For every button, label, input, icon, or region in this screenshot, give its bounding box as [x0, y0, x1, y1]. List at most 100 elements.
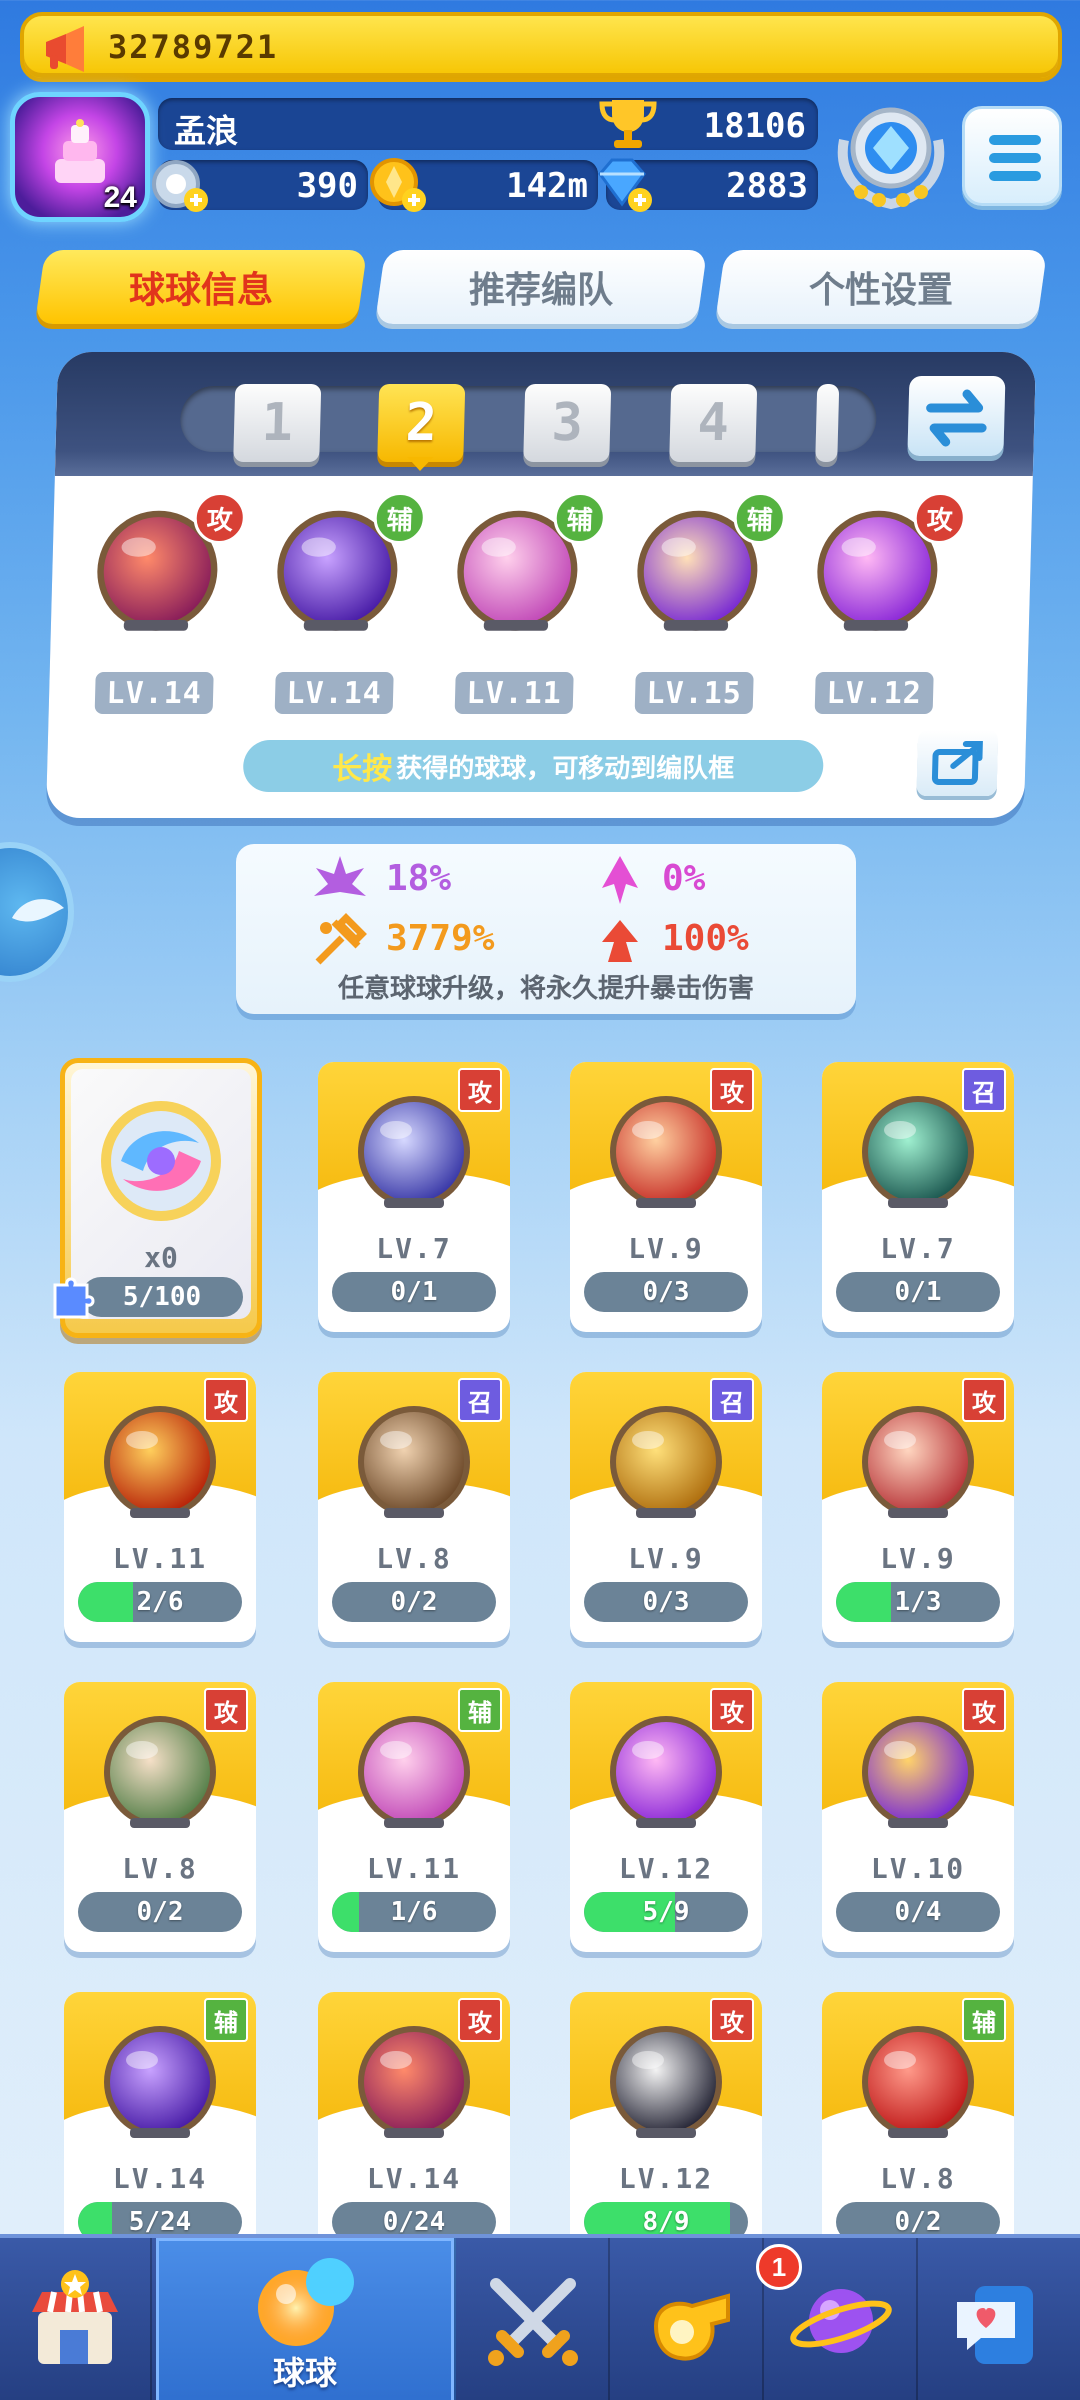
ball-card[interactable]: 攻 LV.7 0/1: [318, 1062, 510, 1332]
chat-icon: [957, 2286, 1033, 2364]
menu-button[interactable]: [962, 106, 1062, 206]
tab-recommended-team[interactable]: 推荐编队: [374, 250, 708, 324]
crit-rate-icon: [314, 856, 366, 896]
bottom-nav: 球球: [0, 2234, 1080, 2400]
team-ball-level: LV.14: [94, 672, 214, 714]
ball-card[interactable]: 攻 LV.9 1/3: [822, 1372, 1014, 1642]
card-level: LV.12: [618, 1852, 714, 1885]
team-ball-4[interactable]: 辅: [620, 492, 787, 650]
diamond-icon[interactable]: [592, 152, 656, 216]
tab-ball-info[interactable]: 球球信息: [34, 250, 368, 324]
team-ball-1[interactable]: 攻: [80, 492, 247, 650]
card-level: LV.8: [376, 1542, 452, 1575]
ball-card[interactable]: 攻 LV.14 0/24: [318, 1992, 510, 2262]
team-ball-level: LV.12: [814, 672, 934, 714]
rainbow-ball-icon: [101, 1101, 221, 1221]
team-ball-role-badge: 攻: [913, 492, 967, 544]
ball-card[interactable]: 攻 LV.9 0/3: [570, 1062, 762, 1332]
card-level: LV.10: [870, 1852, 966, 1885]
ball-card[interactable]: 召 LV.8 0/2: [318, 1372, 510, 1642]
share-button[interactable]: [916, 730, 999, 796]
card-progress-text: 0/1: [390, 1277, 438, 1307]
card-progress-bar: 0/1: [332, 1272, 496, 1312]
card-level: LV.9: [880, 1542, 956, 1575]
bonus-icon: [602, 856, 638, 904]
share-icon: [931, 741, 983, 785]
card-progress-text: 0/3: [642, 1277, 690, 1307]
card-level: LV.9: [628, 1232, 704, 1265]
team-ball-5[interactable]: 攻: [800, 492, 967, 650]
ball-card[interactable]: 攻 LV.12 5/9: [570, 1682, 762, 1952]
ball-card[interactable]: 攻 LV.8 0/2: [64, 1682, 256, 1952]
card-progress-bar: 0/3: [584, 1272, 748, 1312]
coin-icon[interactable]: [366, 152, 430, 216]
team-slot-more[interactable]: [815, 384, 840, 462]
trophy-icon: [599, 100, 657, 148]
special-card-progress: 5/100: [81, 1277, 243, 1317]
ball-card[interactable]: 辅 LV.14 5/24: [64, 1992, 256, 2262]
team-ball-2[interactable]: 辅: [260, 492, 427, 650]
player-name-bar: 孟浪 18106: [158, 98, 818, 150]
card-level: LV.12: [618, 2162, 714, 2195]
card-role-badge: 攻: [204, 1688, 248, 1732]
card-progress-bar: 1/3: [836, 1582, 1000, 1622]
nav-whistle[interactable]: [612, 2238, 764, 2400]
battle-swords-icon: [488, 2278, 578, 2366]
team-ball-3[interactable]: 辅: [440, 492, 607, 650]
nav-balls-label: 球球: [272, 2355, 337, 2391]
nav-balls[interactable]: 球球: [156, 2238, 456, 2400]
card-role-badge: 攻: [962, 1378, 1006, 1422]
swap-team-button[interactable]: [907, 376, 1006, 456]
tab-personal-settings-label: 个性设置: [808, 269, 953, 310]
energy-icon[interactable]: [148, 152, 212, 216]
player-avatar[interactable]: 24: [10, 92, 150, 222]
nav-shop[interactable]: [0, 2238, 152, 2400]
tab-personal-settings[interactable]: 个性设置: [714, 250, 1048, 324]
planet-icon: [790, 2289, 892, 2353]
rank-badge-icon[interactable]: [834, 100, 948, 212]
damage-value: 100%: [662, 918, 749, 959]
team-ball-role-badge: 攻: [193, 492, 247, 544]
team-slot-3[interactable]: 3: [523, 384, 612, 462]
nav-chat[interactable]: [920, 2238, 1080, 2400]
broadcast-bar[interactable]: 32789721: [20, 12, 1062, 82]
card-progress-bar: 0/3: [584, 1582, 748, 1622]
card-level: LV.11: [112, 1542, 208, 1575]
player-level: 24: [103, 181, 137, 214]
ball-card[interactable]: 攻 LV.10 0/4: [822, 1682, 1014, 1952]
ball-card[interactable]: 辅 LV.8 0/2: [822, 1992, 1014, 2262]
card-progress-bar: 0/2: [332, 1582, 496, 1622]
balls-icon: [258, 2258, 354, 2346]
team-ball-role-badge: 辅: [733, 492, 787, 544]
shark-icon: [12, 899, 64, 922]
ball-card[interactable]: 攻 LV.11 2/6: [64, 1372, 256, 1642]
card-role-badge: 攻: [962, 1688, 1006, 1732]
ball-card[interactable]: 召 LV.7 0/1: [822, 1062, 1014, 1332]
team-slot-4[interactable]: 4: [669, 384, 758, 462]
team-slot-1[interactable]: 1: [233, 384, 322, 462]
card-role-badge: 攻: [458, 1998, 502, 2042]
card-role-badge: 攻: [710, 1688, 754, 1732]
team-ball-level: LV.14: [274, 672, 394, 714]
special-card-progress-text: 5/100: [122, 1282, 202, 1312]
ball-card[interactable]: 召 LV.9 0/3: [570, 1372, 762, 1642]
ball-card[interactable]: 辅 LV.11 1/6: [318, 1682, 510, 1952]
megaphone-icon: [46, 26, 84, 72]
card-role-badge: 攻: [204, 1378, 248, 1422]
card-role-badge: 召: [458, 1378, 502, 1422]
diamond-value: 2883: [726, 166, 808, 206]
ball-card[interactable]: 攻 LV.12 8/9: [570, 1992, 762, 2262]
card-level: LV.8: [880, 2162, 956, 2195]
hint-text: 获得的球球，可移动到编队框: [395, 752, 735, 783]
special-card[interactable]: x0 5/100: [53, 1058, 262, 1338]
crit-upgrade-note: 任意球球升级，将永久提升暴击伤害: [337, 973, 754, 1003]
card-role-badge: 攻: [710, 1068, 754, 1112]
card-role-badge: 攻: [458, 1068, 502, 1112]
side-shark-button[interactable]: [0, 842, 74, 982]
long-press-hint: 长按 获得的球球，可移动到编队框: [242, 740, 824, 792]
special-card-count: x0: [144, 1241, 178, 1274]
team-slot-2[interactable]: 2: [377, 384, 466, 462]
nav-battle[interactable]: [458, 2238, 610, 2400]
crit-damage-icon: [315, 913, 367, 965]
card-progress-text: 5/9: [642, 1897, 690, 1927]
